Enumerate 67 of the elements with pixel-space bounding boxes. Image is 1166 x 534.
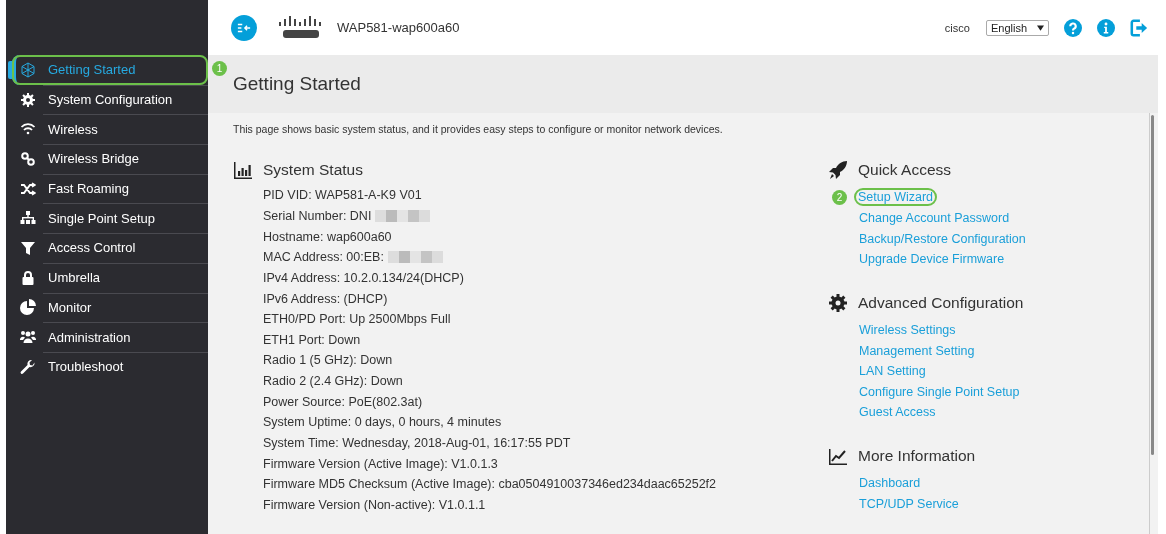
- status-line: ETH0/PD Port: Up 2500Mbps Full: [263, 312, 451, 327]
- status-line: IPv6 Address: (DHCP): [263, 291, 388, 306]
- sidebar-item[interactable]: Single Point Setup: [6, 203, 208, 234]
- page-title: Getting Started: [233, 73, 361, 95]
- link-icon: [20, 150, 36, 167]
- status-line: Serial Number: DNI: [263, 208, 372, 223]
- sidebar-item[interactable]: Troubleshoot: [6, 351, 208, 382]
- redaction-block: [375, 209, 431, 222]
- username: cisco: [944, 21, 970, 34]
- status-line: ETH1 Port: Down: [263, 332, 361, 347]
- hierarchy-icon: [20, 210, 36, 227]
- status-line: Radio 2 (2.4 GHz): Down: [263, 374, 403, 389]
- link[interactable]: Change Account Password: [858, 210, 1011, 225]
- redaction-block: [387, 251, 443, 264]
- section-title: System Status: [263, 161, 363, 179]
- bar-chart-icon: [233, 160, 253, 180]
- status-line: System Time: Wednesday, 2018-Aug-01, 16:17:55 PDT: [263, 436, 571, 450]
- sidebar-item[interactable]: Monitor: [6, 292, 208, 323]
- lock-icon: [20, 269, 36, 286]
- link[interactable]: Upgrade Device Firmware: [858, 252, 1006, 267]
- shuffle-icon: [20, 180, 36, 197]
- status-line: Power Source: PoE(802.3at): [263, 394, 423, 409]
- link[interactable]: TCP/UDP Service: [858, 496, 960, 511]
- sidebar-item[interactable]: Access Control: [6, 233, 208, 263]
- people-icon: [20, 329, 36, 346]
- page-description: This page shows basic system status, and it provides easy steps to configure or monitor network devices.: [233, 123, 724, 135]
- section-title: Advanced Configuration: [858, 293, 1024, 312]
- section-title: More Information: [858, 446, 976, 465]
- pie-chart-icon: [20, 299, 36, 316]
- device-name: WAP581-wap600a60: [337, 20, 460, 35]
- sidebar-item[interactable]: Wireless: [6, 114, 208, 145]
- link[interactable]: Management Setting: [858, 343, 976, 358]
- status-line: Firmware Version (Non-active): V1.0.1.1: [263, 497, 486, 512]
- status-line: Firmware Version (Active Image): V1.0.1.3: [263, 456, 498, 471]
- section-title: Quick Access: [858, 161, 952, 179]
- status-line: PID VID: WAP581-A-K9 V01: [263, 188, 422, 203]
- sidebar-item[interactable]: Wireless Bridge: [6, 144, 208, 174]
- gear-icon: [828, 292, 848, 313]
- sidebar-item[interactable]: Administration: [6, 322, 208, 352]
- status-line: System Uptime: 0 days, 0 hours, 4 minutes: [263, 415, 502, 430]
- logout-icon[interactable]: [1130, 18, 1148, 37]
- status-line: Firmware MD5 Checksum (Active Image): cba0504910037346ed234daac65252f2: [263, 477, 717, 492]
- help-icon[interactable]: [1064, 18, 1082, 37]
- link[interactable]: Dashboard: [858, 476, 922, 491]
- link[interactable]: Configure Single Point Setup: [858, 384, 1021, 399]
- link[interactable]: LAN Setting: [858, 364, 927, 379]
- sidebar-item[interactable]: Fast Roaming: [6, 173, 208, 204]
- status-line: IPv4 Address: 10.2.0.134/24(DHCP): [263, 270, 464, 285]
- sidebar-item[interactable]: Umbrella: [6, 262, 208, 293]
- gear-icon: [20, 91, 36, 108]
- sidebar-item[interactable]: System Configuration: [6, 84, 208, 115]
- link[interactable]: Wireless Settings: [858, 322, 957, 337]
- link[interactable]: Guest Access: [858, 405, 937, 420]
- link[interactable]: Backup/Restore Configuration: [858, 231, 1027, 246]
- dropdown-caret-icon: [1037, 24, 1044, 31]
- step-badge: 2: [832, 190, 847, 205]
- wrench-icon: [20, 358, 36, 375]
- status-line: Radio 1 (5 GHz): Down: [263, 353, 393, 368]
- rocket-icon: [828, 160, 848, 180]
- language-select[interactable]: English: [985, 19, 1049, 36]
- hexagon-icon: [20, 61, 36, 78]
- status-line: MAC Address: 00:EB:: [263, 250, 384, 265]
- link[interactable]: Setup Wizard: [856, 190, 936, 205]
- funnel-icon: [20, 239, 36, 256]
- info-icon[interactable]: [1097, 18, 1115, 37]
- collapse-menu-button[interactable]: [231, 14, 257, 41]
- status-line: Hostname: wap600a60: [263, 229, 392, 244]
